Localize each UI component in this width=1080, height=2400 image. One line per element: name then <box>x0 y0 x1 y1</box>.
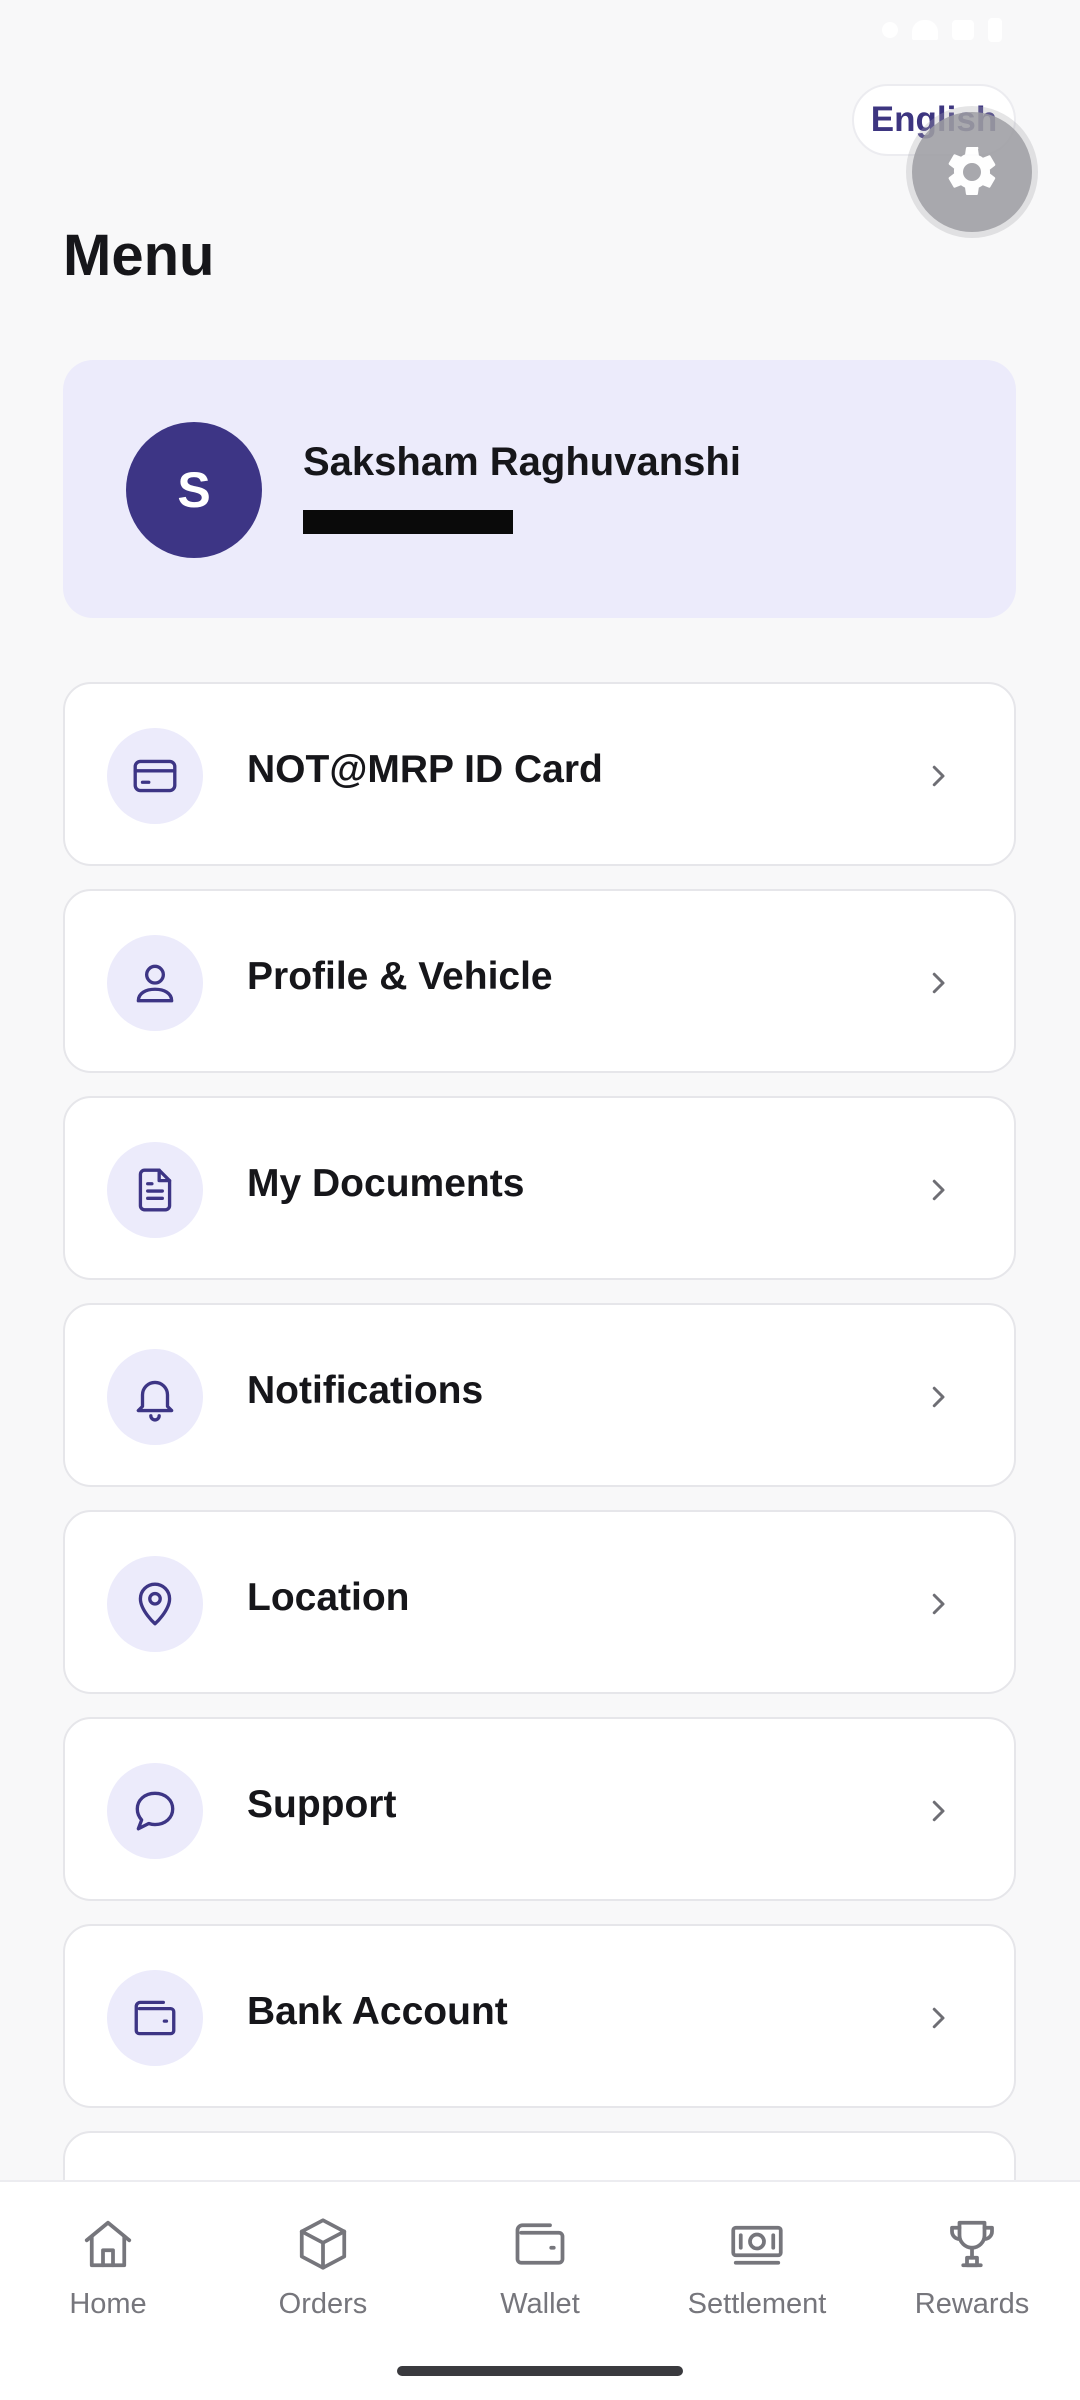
menu-item-label: Notifications <box>247 1369 484 1412</box>
menu-icon-container <box>107 728 203 824</box>
menu-item-label: Profile & Vehicle <box>247 955 553 998</box>
profile-phone-redacted: 7000000001 <box>303 510 513 534</box>
chat-bubble-icon <box>135 1791 175 1831</box>
home-icon <box>84 2220 132 2268</box>
menu-icon-container <box>107 1763 203 1859</box>
nav-label: Wallet <box>500 2288 580 2320</box>
avatar-initial: S <box>177 462 211 518</box>
menu-item-notifications[interactable]: Notifications <box>63 1303 1016 1487</box>
menu-icon-container <box>107 1970 203 2066</box>
settings-button[interactable] <box>912 112 1032 232</box>
menu-item-label: Support <box>247 1783 397 1826</box>
menu-item-location[interactable]: Location <box>63 1510 1016 1694</box>
menu-item-bank-account[interactable]: Bank Account <box>63 1924 1016 2108</box>
page-title: Menu <box>63 223 215 288</box>
menu-item-label: Bank Account <box>247 1990 508 2033</box>
nav-item-settlement[interactable]: Settlement <box>657 2214 857 2334</box>
chevron-right-icon <box>914 1787 962 1835</box>
status-bar <box>0 0 1080 60</box>
nav-label: Orders <box>278 2288 368 2320</box>
document-icon <box>138 1168 172 1212</box>
nav-label: Rewards <box>914 2288 1030 2320</box>
id-card-icon <box>133 759 177 793</box>
battery-icon <box>988 18 1002 42</box>
status-icons <box>882 18 1002 42</box>
cash-icon <box>731 2225 783 2265</box>
menu-item-label: My Documents <box>247 1162 525 1205</box>
menu-item-label: Location <box>247 1576 410 1619</box>
trophy-icon <box>950 2220 994 2268</box>
chevron-right-icon <box>914 1373 962 1421</box>
wallet-icon <box>134 2000 176 2036</box>
bell-icon <box>136 1380 174 1422</box>
menu-item-id-card[interactable]: NOT@MRP ID Card <box>63 682 1016 866</box>
location-pin-icon <box>138 1582 172 1626</box>
box-icon <box>299 2218 347 2270</box>
nav-item-home[interactable]: Home <box>8 2214 208 2334</box>
network-icon <box>952 20 974 40</box>
user-icon <box>136 964 174 1003</box>
menu-list: NOT@MRP ID Card Profile & Vehicle My Doc… <box>63 682 1016 2338</box>
gear-icon <box>948 146 996 195</box>
nav-label: Home <box>69 2288 147 2320</box>
profile-card[interactable]: S Saksham Raghuvanshi 7000000001 <box>63 360 1016 618</box>
menu-item-my-documents[interactable]: My Documents <box>63 1096 1016 1280</box>
nav-item-orders[interactable]: Orders <box>223 2214 423 2334</box>
wifi-icon <box>912 20 938 40</box>
menu-icon-container <box>107 1556 203 1652</box>
menu-screen: English Menu S Saksham Raghuvanshi 70000… <box>0 0 1080 2400</box>
signal-icon <box>882 22 898 38</box>
home-indicator[interactable] <box>397 2366 683 2376</box>
nav-item-wallet[interactable]: Wallet <box>440 2214 640 2334</box>
avatar: S <box>126 422 262 558</box>
menu-item-profile-vehicle[interactable]: Profile & Vehicle <box>63 889 1016 1073</box>
profile-name: Saksham Raghuvanshi <box>303 440 741 484</box>
menu-icon-container <box>107 1349 203 1445</box>
menu-item-label: NOT@MRP ID Card <box>247 748 603 791</box>
chevron-right-icon <box>914 959 962 1007</box>
chevron-right-icon <box>914 1166 962 1214</box>
nav-label: Settlement <box>687 2288 827 2320</box>
chevron-right-icon <box>914 1994 962 2042</box>
menu-item-support[interactable]: Support <box>63 1717 1016 1901</box>
chevron-right-icon <box>914 1580 962 1628</box>
wallet-icon <box>515 2223 565 2265</box>
chevron-right-icon <box>914 752 962 800</box>
nav-item-rewards[interactable]: Rewards <box>872 2214 1072 2334</box>
menu-icon-container <box>107 1142 203 1238</box>
menu-icon-container <box>107 935 203 1031</box>
